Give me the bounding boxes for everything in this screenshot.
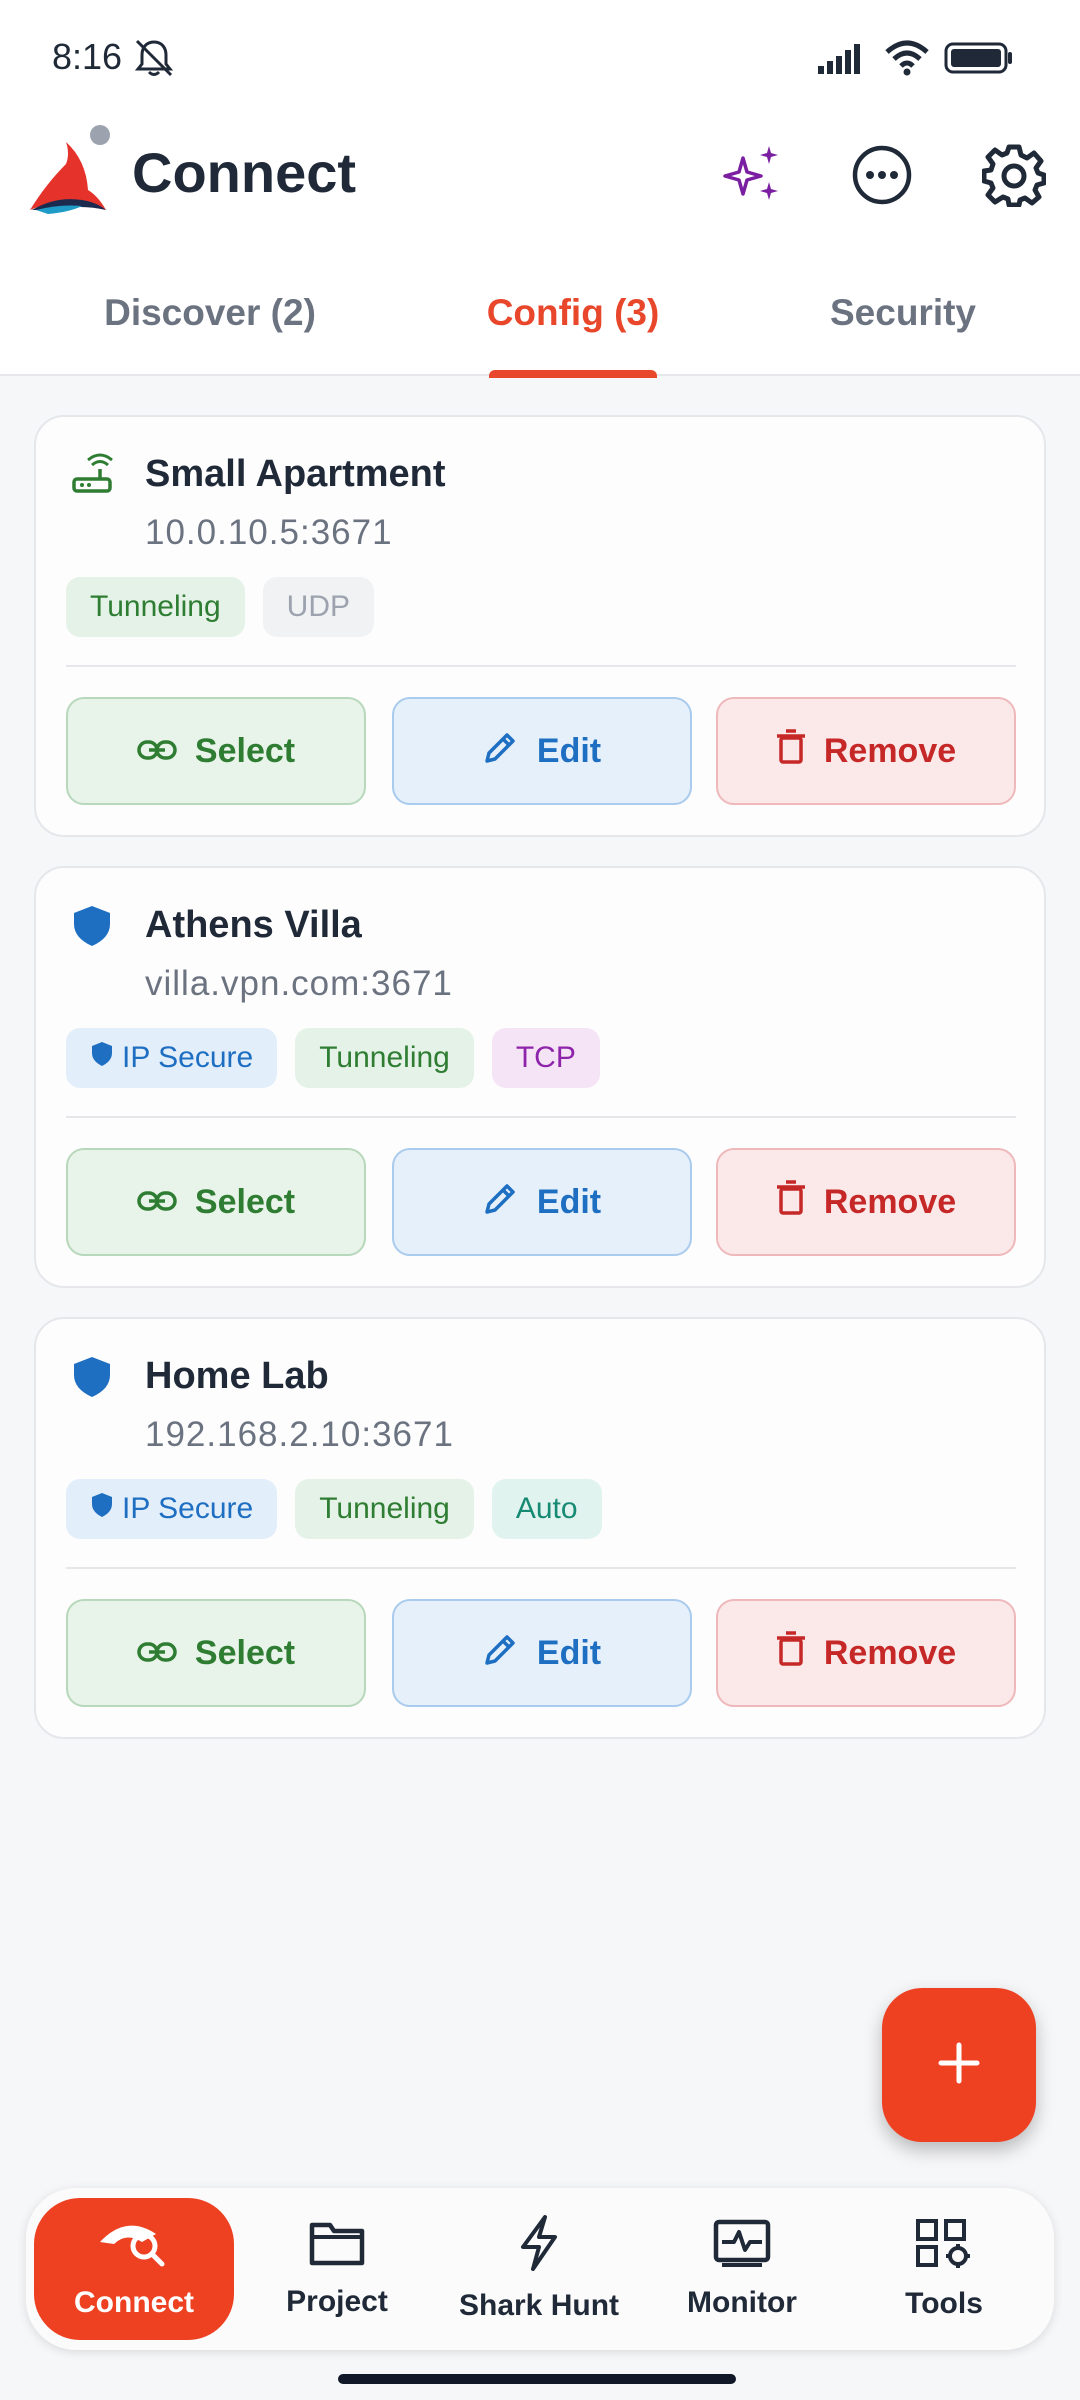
folder-icon	[308, 2219, 366, 2275]
chip-auto: Auto	[491, 1479, 602, 1539]
chip-tcp: TCP	[491, 1028, 600, 1088]
edit-button[interactable]: Edit	[392, 1599, 692, 1707]
plus-icon	[935, 2039, 983, 2092]
home-indicator[interactable]	[338, 2374, 736, 2384]
nav-label: Connect	[74, 2286, 194, 2319]
config-name: Small Apartment	[145, 453, 446, 495]
battery-icon	[944, 41, 1014, 80]
config-card: Home Lab 192.168.2.10:3671 IP Secure Tun…	[34, 1317, 1046, 1739]
pencil-icon	[483, 729, 519, 774]
edit-button[interactable]: Edit	[392, 1148, 692, 1256]
select-label: Select	[194, 1182, 296, 1221]
shield-icon	[90, 1041, 114, 1075]
config-name: Home Lab	[145, 1355, 329, 1397]
add-config-button[interactable]	[882, 1988, 1036, 2142]
remove-button[interactable]: Remove	[716, 1599, 1016, 1707]
shield-icon	[70, 904, 114, 948]
wifi-icon	[884, 40, 930, 81]
config-name: Athens Villa	[145, 904, 362, 946]
shield-icon	[90, 1492, 114, 1526]
active-tab-indicator	[489, 370, 657, 378]
divider	[66, 665, 1016, 667]
nav-project[interactable]: Project	[237, 2198, 437, 2340]
grid-gear-icon	[914, 2217, 974, 2277]
eye-search-icon	[96, 2218, 172, 2276]
remove-label: Remove	[823, 731, 957, 770]
edit-label: Edit	[536, 1182, 602, 1221]
nav-label: Shark Hunt	[458, 2289, 620, 2322]
edit-label: Edit	[536, 1633, 602, 1672]
select-label: Select	[194, 1633, 296, 1672]
link-icon	[137, 1634, 177, 1673]
pencil-icon	[483, 1180, 519, 1225]
select-button[interactable]: Select	[66, 1599, 366, 1707]
config-card: Athens Villa villa.vpn.com:3671 IP Secur…	[34, 866, 1046, 1288]
select-label: Select	[194, 731, 296, 770]
divider	[66, 1116, 1016, 1118]
page-title: Connect	[132, 141, 356, 204]
remove-label: Remove	[823, 1182, 957, 1221]
nav-label: Monitor	[687, 2286, 797, 2319]
status-bar: 8:16	[0, 0, 1080, 110]
chip-label: IP Secure	[122, 1041, 254, 1074]
router-icon	[70, 453, 114, 497]
nav-label: Project	[286, 2285, 388, 2318]
chip-tunneling: Tunneling	[66, 577, 245, 637]
trash-icon	[776, 728, 806, 774]
bell-off-icon	[132, 38, 176, 83]
config-address: 192.168.2.10:3671	[145, 1415, 454, 1454]
pencil-icon	[483, 1631, 519, 1676]
remove-label: Remove	[823, 1633, 957, 1672]
select-button[interactable]: Select	[66, 697, 366, 805]
tab-config[interactable]: Config (3)	[405, 250, 741, 376]
status-dot	[90, 125, 110, 145]
edit-label: Edit	[536, 731, 602, 770]
nav-monitor[interactable]: Monitor	[642, 2198, 842, 2340]
trash-icon	[776, 1630, 806, 1676]
config-address: villa.vpn.com:3671	[145, 964, 453, 1003]
chip-tunneling: Tunneling	[295, 1028, 474, 1088]
select-button[interactable]: Select	[66, 1148, 366, 1256]
bottom-navigation: Connect Project Shark Hunt Monitor Tools	[26, 2188, 1054, 2350]
nav-tools[interactable]: Tools	[844, 2198, 1044, 2340]
remove-button[interactable]: Remove	[716, 1148, 1016, 1256]
nav-shark-hunt[interactable]: Shark Hunt	[439, 2198, 639, 2340]
chip-row: IP Secure Tunneling TCP	[66, 1028, 600, 1088]
edit-button[interactable]: Edit	[392, 697, 692, 805]
shield-icon	[70, 1355, 114, 1399]
nav-connect[interactable]: Connect	[34, 2198, 234, 2340]
link-icon	[137, 732, 177, 771]
divider	[66, 1567, 1016, 1569]
signal-icon	[818, 42, 870, 79]
status-time: 8:16	[52, 36, 123, 77]
chip-label: IP Secure	[122, 1492, 254, 1525]
tab-security[interactable]: Security	[740, 250, 1066, 376]
monitor-pulse-icon	[712, 2218, 772, 2276]
tab-discover[interactable]: Discover (2)	[40, 250, 380, 376]
trash-icon	[776, 1179, 806, 1225]
chip-tunneling: Tunneling	[295, 1479, 474, 1539]
tab-bar: Discover (2) Config (3) Security	[0, 250, 1080, 378]
chip-udp: UDP	[262, 577, 374, 637]
config-card: Small Apartment 10.0.10.5:3671 Tunneling…	[34, 415, 1046, 837]
gear-icon[interactable]	[974, 135, 1054, 215]
lightning-icon	[517, 2215, 561, 2279]
more-options-icon[interactable]	[842, 135, 922, 215]
config-address: 10.0.10.5:3671	[145, 513, 393, 552]
chip-row: Tunneling UDP	[66, 577, 374, 637]
sparkles-icon[interactable]	[712, 135, 792, 215]
chip-row: IP Secure Tunneling Auto	[66, 1479, 602, 1539]
link-icon	[137, 1183, 177, 1222]
chip-ip-secure: IP Secure	[66, 1028, 278, 1088]
nav-label: Tools	[905, 2287, 983, 2320]
chip-ip-secure: IP Secure	[66, 1479, 278, 1539]
remove-button[interactable]: Remove	[716, 697, 1016, 805]
app-bar: Connect	[0, 110, 1080, 250]
